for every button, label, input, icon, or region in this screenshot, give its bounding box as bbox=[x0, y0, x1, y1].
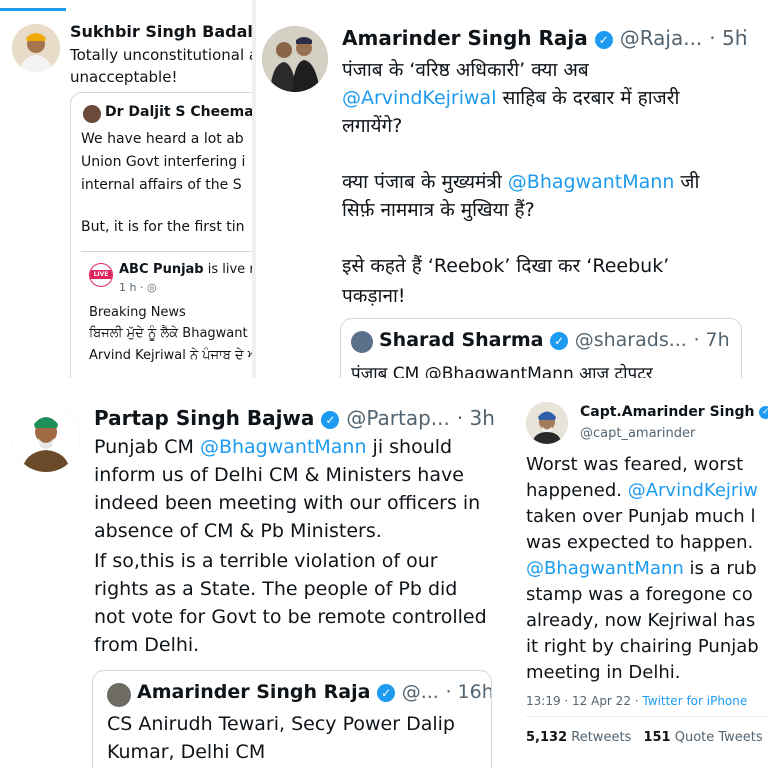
quote-tweets-count[interactable]: 151 bbox=[643, 730, 670, 745]
live-badge: LIVE bbox=[89, 263, 113, 287]
source-link[interactable]: Twitter for iPhone bbox=[642, 694, 747, 708]
mention-link[interactable]: @BhagwantMann bbox=[526, 558, 684, 579]
tweet-text-line: unacceptable! bbox=[70, 68, 178, 86]
inner-post-time: 1 h · ◎ bbox=[119, 281, 157, 294]
inner-post-line: ਬਿਜਲੀ ਮੁੱਦੇ ਨੂੰ ਲੈਕੇ Bhagwant I bbox=[89, 326, 252, 341]
retweets-label[interactable]: Retweets bbox=[571, 730, 631, 745]
avatar[interactable] bbox=[262, 26, 328, 92]
author-handle: @capt_amarinder bbox=[580, 426, 696, 441]
avatar[interactable] bbox=[12, 24, 60, 72]
author-name[interactable]: Sukhbir Singh Badal ✓ @ bbox=[70, 22, 252, 41]
tweet-text-line: @BhagwantMann is a rub bbox=[526, 558, 757, 579]
verified-badge-icon: ✓ bbox=[594, 30, 613, 49]
mention-link[interactable]: @ArvindKejriwal bbox=[342, 87, 496, 109]
tweet-text-line: absence of CM & Pb Ministers. bbox=[94, 520, 382, 542]
tweet-text-line: Punjab CM @BhagwantMann ji should bbox=[94, 436, 453, 458]
separator bbox=[81, 251, 252, 252]
mention-link[interactable]: @BhagwantMann bbox=[200, 436, 367, 458]
quoted-tweet[interactable]: Amarinder Singh Raja ✓ @... · 16h CS Ani… bbox=[92, 670, 492, 768]
quoted-text-line: internal affairs of the S bbox=[81, 177, 242, 193]
top-accent-line bbox=[0, 8, 66, 11]
tweet-text-line: not vote for Govt to be remote controlle… bbox=[94, 606, 487, 628]
tweet-text-line: indeed been meeting with our officers in bbox=[94, 492, 481, 514]
quoted-author-name: Dr Daljit S Cheema bbox=[105, 104, 252, 120]
tweet-text-line: stamp was a foregone co bbox=[526, 584, 753, 605]
tweet-text-line: inform us of Delhi CM & Ministers have bbox=[94, 464, 464, 486]
tweet-text-line: it right by chairing Punjab bbox=[526, 636, 759, 657]
tweet-text-line: meeting in Delhi. bbox=[526, 662, 681, 683]
quoted-text-line: Kumar, Delhi CM bbox=[107, 741, 266, 763]
avatar bbox=[351, 331, 373, 353]
engagement-stats: 5,132 Retweets 151 Quote Tweets bbox=[526, 730, 763, 745]
more-options-icon[interactable]: ⋮ bbox=[736, 26, 754, 47]
tweet-text-line: @ArvindKejriwal साहिब के दरबार में हाजरी bbox=[342, 87, 680, 109]
separator bbox=[526, 716, 768, 717]
inner-author-name: ABC Punjab bbox=[119, 262, 204, 277]
tweet-text-line: Totally unconstitutional a bbox=[70, 46, 252, 64]
verified-badge-icon: ✓ bbox=[550, 331, 569, 350]
verified-badge-icon: ✓ bbox=[321, 410, 340, 429]
author-name[interactable]: Amarinder Singh Raja ✓ @Raja... · 5h bbox=[342, 26, 747, 50]
retweets-count[interactable]: 5,132 bbox=[526, 730, 567, 745]
vertical-separator bbox=[504, 394, 512, 768]
quoted-tweet[interactable]: Sharad Sharma ✓ @sharads... · 7h पंजाब C… bbox=[340, 318, 742, 378]
tweet-text-line: taken over Punjab much l bbox=[526, 506, 756, 527]
author-name[interactable]: Partap Singh Bajwa ✓ @Partap... · 3h bbox=[94, 406, 495, 430]
quoted-author: Amarinder Singh Raja ✓ @... · 16h bbox=[137, 681, 492, 703]
avatar bbox=[107, 683, 131, 707]
quoted-text-line: But, it is for the first tin bbox=[81, 219, 245, 235]
quoted-text-line: Union Govt interfering i bbox=[81, 154, 246, 170]
live-label: LIVE bbox=[90, 270, 112, 279]
tweet-panel-sukhbir: Sukhbir Singh Badal ✓ @ Totally unconsti… bbox=[0, 0, 252, 378]
verified-badge-icon: ✓ bbox=[377, 683, 396, 702]
author-name[interactable]: Capt.Amarinder Singh ✓ bbox=[580, 404, 768, 420]
tweet-text-line: from Delhi. bbox=[94, 634, 200, 656]
tweet-text-line: already, now Kejriwal has bbox=[526, 610, 756, 631]
author-handle: @Raja... bbox=[619, 26, 703, 50]
more-options-icon[interactable]: ⋮ bbox=[476, 406, 494, 427]
author-handle: @Partap... bbox=[346, 406, 450, 430]
tweet-text-line: सिर्फ़ नाममात्र के मुखिया हैं? bbox=[342, 199, 535, 221]
inner-post-line: Breaking News bbox=[89, 305, 186, 320]
tweet-text-line: लगायेंगे? bbox=[342, 115, 403, 137]
tweet-text-line: पंजाब के ‘वरिष्ठ अधिकारी’ क्या अब bbox=[342, 59, 589, 81]
quoted-author: Sharad Sharma ✓ @sharads... · 7h bbox=[379, 329, 730, 351]
tweet-panel-bajwa: Partap Singh Bajwa ✓ @Partap... · 3h ⋮ P… bbox=[0, 394, 500, 768]
tweet-text-line: If so,this is a terrible violation of ou… bbox=[94, 550, 438, 572]
tweet-text-line: rights as a State. The people of Pb did bbox=[94, 578, 458, 600]
quoted-text-line: CS Anirudh Tewari, Secy Power Dalip bbox=[107, 713, 455, 735]
quote-tweets-label[interactable]: Quote Tweets bbox=[675, 730, 763, 745]
inner-post-header: ABC Punjab is live n bbox=[119, 262, 252, 277]
tweet-text-line: क्या पंजाब के मुख्यमंत्री @BhagwantMann … bbox=[342, 171, 700, 193]
tweet-text-line: was expected to happen. bbox=[526, 532, 754, 553]
tweet-panel-amarinder-raja: Amarinder Singh Raja ✓ @Raja... · 5h ⋮ प… bbox=[252, 0, 756, 378]
avatar[interactable] bbox=[526, 402, 568, 444]
tweet-panel-capt-amarinder: Capt.Amarinder Singh ✓ @capt_amarinder W… bbox=[512, 394, 768, 768]
avatar[interactable] bbox=[12, 404, 80, 472]
tweet-text-line: Worst was feared, worst bbox=[526, 454, 744, 475]
tweet-text-line: happened. @ArvindKejriw bbox=[526, 480, 759, 501]
mention-link[interactable]: @BhagwantMann bbox=[508, 171, 675, 193]
mention-link[interactable]: @ArvindKejriw bbox=[628, 480, 758, 501]
tweet-text-line: पकड़ाना! bbox=[342, 285, 406, 307]
inner-post-line: Arvind Kejriwal ਨੇ ਪੰਜਾਬ ਦੇ ਅ bbox=[89, 348, 252, 363]
live-status-text: is live n bbox=[207, 262, 252, 277]
globe-icon: ◎ bbox=[146, 281, 157, 294]
panel-border bbox=[252, 0, 256, 378]
avatar bbox=[83, 105, 101, 123]
quoted-text-line: पंजाब CM @BhagwantMann आज टोपटर bbox=[351, 364, 653, 378]
tweet-text-line: इसे कहते हैं ‘Reebok’ दिखा कर ‘Reebuk’ bbox=[342, 255, 670, 277]
quoted-tweet[interactable]: Dr Daljit S Cheema We have heard a lot a… bbox=[70, 92, 252, 378]
quoted-text-line: We have heard a lot ab bbox=[81, 131, 244, 147]
tweet-timestamp: 13:19 · 12 Apr 22 · Twitter for iPhone bbox=[526, 694, 748, 708]
horizontal-separator bbox=[0, 384, 768, 394]
verified-badge-icon: ✓ bbox=[759, 405, 768, 419]
